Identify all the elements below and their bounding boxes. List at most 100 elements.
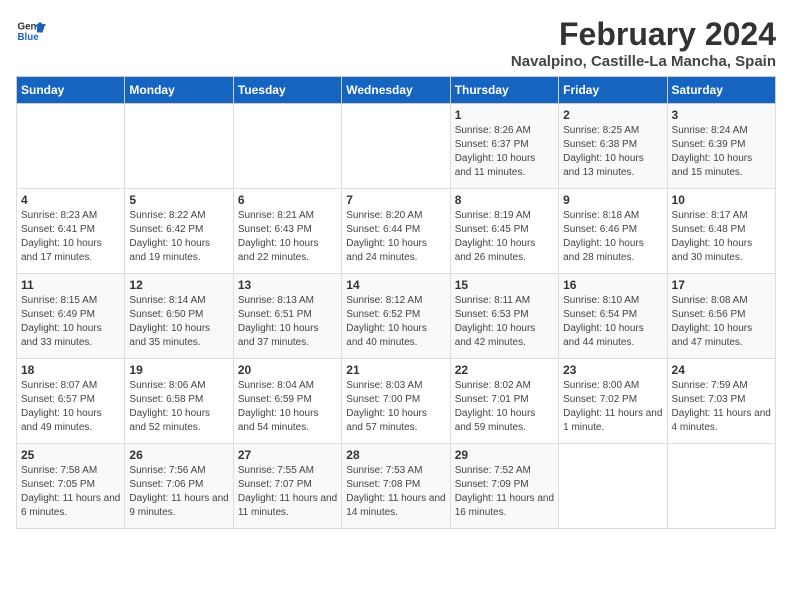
- day-detail: Sunrise: 8:02 AM Sunset: 7:01 PM Dayligh…: [455, 379, 554, 435]
- day-detail: Sunrise: 8:21 AM Sunset: 6:43 PM Dayligh…: [238, 209, 337, 265]
- day-number: 22: [455, 363, 554, 377]
- day-detail: Sunrise: 8:00 AM Sunset: 7:02 PM Dayligh…: [563, 379, 662, 435]
- header: General Blue February 2024 Navalpino, Ca…: [16, 16, 776, 70]
- subtitle: Navalpino, Castille-La Mancha, Spain: [511, 53, 776, 70]
- calendar-cell: 5 Sunrise: 8:22 AM Sunset: 6:42 PM Daylig…: [125, 189, 233, 274]
- day-detail: Sunrise: 7:58 AM Sunset: 7:05 PM Dayligh…: [21, 464, 120, 520]
- week-row-1: 1 Sunrise: 8:26 AM Sunset: 6:37 PM Daylig…: [17, 104, 776, 189]
- day-number: 29: [455, 448, 554, 462]
- weekday-header-saturday: Saturday: [667, 77, 775, 104]
- weekday-header-wednesday: Wednesday: [342, 77, 450, 104]
- calendar-cell: 9 Sunrise: 8:18 AM Sunset: 6:46 PM Daylig…: [559, 189, 667, 274]
- calendar-cell: 24 Sunrise: 7:59 AM Sunset: 7:03 PM Dayli…: [667, 359, 775, 444]
- week-row-2: 4 Sunrise: 8:23 AM Sunset: 6:41 PM Daylig…: [17, 189, 776, 274]
- day-number: 19: [129, 363, 228, 377]
- day-detail: Sunrise: 8:08 AM Sunset: 6:56 PM Dayligh…: [672, 294, 771, 350]
- calendar-cell: 25 Sunrise: 7:58 AM Sunset: 7:05 PM Dayli…: [17, 444, 125, 529]
- day-number: 13: [238, 278, 337, 292]
- calendar-cell: 17 Sunrise: 8:08 AM Sunset: 6:56 PM Dayli…: [667, 274, 775, 359]
- calendar-cell: 7 Sunrise: 8:20 AM Sunset: 6:44 PM Daylig…: [342, 189, 450, 274]
- calendar-cell: 14 Sunrise: 8:12 AM Sunset: 6:52 PM Dayli…: [342, 274, 450, 359]
- week-row-3: 11 Sunrise: 8:15 AM Sunset: 6:49 PM Dayli…: [17, 274, 776, 359]
- calendar-cell: 13 Sunrise: 8:13 AM Sunset: 6:51 PM Dayli…: [233, 274, 341, 359]
- calendar-cell: 1 Sunrise: 8:26 AM Sunset: 6:37 PM Daylig…: [450, 104, 558, 189]
- day-detail: Sunrise: 8:17 AM Sunset: 6:48 PM Dayligh…: [672, 209, 771, 265]
- calendar-cell: 6 Sunrise: 8:21 AM Sunset: 6:43 PM Daylig…: [233, 189, 341, 274]
- calendar-cell: 11 Sunrise: 8:15 AM Sunset: 6:49 PM Dayli…: [17, 274, 125, 359]
- day-detail: Sunrise: 8:15 AM Sunset: 6:49 PM Dayligh…: [21, 294, 120, 350]
- title-block: February 2024 Navalpino, Castille-La Man…: [511, 16, 776, 70]
- week-row-5: 25 Sunrise: 7:58 AM Sunset: 7:05 PM Dayli…: [17, 444, 776, 529]
- day-detail: Sunrise: 7:56 AM Sunset: 7:06 PM Dayligh…: [129, 464, 228, 520]
- calendar-cell: [667, 444, 775, 529]
- day-detail: Sunrise: 8:13 AM Sunset: 6:51 PM Dayligh…: [238, 294, 337, 350]
- calendar-cell: 29 Sunrise: 7:52 AM Sunset: 7:09 PM Dayli…: [450, 444, 558, 529]
- day-number: 25: [21, 448, 120, 462]
- day-number: 4: [21, 193, 120, 207]
- main-title: February 2024: [511, 16, 776, 53]
- day-number: 9: [563, 193, 662, 207]
- calendar-cell: [17, 104, 125, 189]
- calendar-cell: 2 Sunrise: 8:25 AM Sunset: 6:38 PM Daylig…: [559, 104, 667, 189]
- day-number: 17: [672, 278, 771, 292]
- day-number: 24: [672, 363, 771, 377]
- logo: General Blue: [16, 16, 46, 46]
- day-detail: Sunrise: 8:06 AM Sunset: 6:58 PM Dayligh…: [129, 379, 228, 435]
- day-number: 11: [21, 278, 120, 292]
- calendar-cell: 27 Sunrise: 7:55 AM Sunset: 7:07 PM Dayli…: [233, 444, 341, 529]
- day-detail: Sunrise: 7:52 AM Sunset: 7:09 PM Dayligh…: [455, 464, 554, 520]
- day-number: 14: [346, 278, 445, 292]
- calendar-cell: 19 Sunrise: 8:06 AM Sunset: 6:58 PM Dayli…: [125, 359, 233, 444]
- calendar-cell: 20 Sunrise: 8:04 AM Sunset: 6:59 PM Dayli…: [233, 359, 341, 444]
- calendar-cell: [342, 104, 450, 189]
- weekday-header-sunday: Sunday: [17, 77, 125, 104]
- day-detail: Sunrise: 8:24 AM Sunset: 6:39 PM Dayligh…: [672, 124, 771, 180]
- day-detail: Sunrise: 8:04 AM Sunset: 6:59 PM Dayligh…: [238, 379, 337, 435]
- calendar-cell: 16 Sunrise: 8:10 AM Sunset: 6:54 PM Dayli…: [559, 274, 667, 359]
- day-number: 6: [238, 193, 337, 207]
- day-number: 20: [238, 363, 337, 377]
- day-detail: Sunrise: 8:12 AM Sunset: 6:52 PM Dayligh…: [346, 294, 445, 350]
- day-detail: Sunrise: 8:25 AM Sunset: 6:38 PM Dayligh…: [563, 124, 662, 180]
- calendar-cell: [559, 444, 667, 529]
- day-number: 28: [346, 448, 445, 462]
- day-number: 2: [563, 108, 662, 122]
- day-number: 21: [346, 363, 445, 377]
- calendar-cell: 18Sunrise: 8:07 AM Sunset: 6:57 PM Dayli…: [17, 359, 125, 444]
- day-number: 16: [563, 278, 662, 292]
- day-number: 1: [455, 108, 554, 122]
- calendar-cell: 22 Sunrise: 8:02 AM Sunset: 7:01 PM Dayli…: [450, 359, 558, 444]
- day-number: 7: [346, 193, 445, 207]
- day-detail: Sunrise: 7:55 AM Sunset: 7:07 PM Dayligh…: [238, 464, 337, 520]
- calendar-cell: [233, 104, 341, 189]
- day-detail: Sunrise: 7:59 AM Sunset: 7:03 PM Dayligh…: [672, 379, 771, 435]
- day-number: 23: [563, 363, 662, 377]
- day-detail: Sunrise: 8:26 AM Sunset: 6:37 PM Dayligh…: [455, 124, 554, 180]
- day-number: 5: [129, 193, 228, 207]
- calendar-cell: 23 Sunrise: 8:00 AM Sunset: 7:02 PM Dayli…: [559, 359, 667, 444]
- svg-text:Blue: Blue: [18, 32, 40, 43]
- calendar-cell: 26 Sunrise: 7:56 AM Sunset: 7:06 PM Dayli…: [125, 444, 233, 529]
- calendar-cell: 28 Sunrise: 7:53 AM Sunset: 7:08 PM Dayli…: [342, 444, 450, 529]
- calendar-cell: 4 Sunrise: 8:23 AM Sunset: 6:41 PM Daylig…: [17, 189, 125, 274]
- day-detail: Sunrise: 8:10 AM Sunset: 6:54 PM Dayligh…: [563, 294, 662, 350]
- day-detail: Sunrise: 8:22 AM Sunset: 6:42 PM Dayligh…: [129, 209, 228, 265]
- day-detail: Sunrise: 7:53 AM Sunset: 7:08 PM Dayligh…: [346, 464, 445, 520]
- day-number: 3: [672, 108, 771, 122]
- day-detail: Sunrise: 8:23 AM Sunset: 6:41 PM Dayligh…: [21, 209, 120, 265]
- day-detail: Sunrise: 8:11 AM Sunset: 6:53 PM Dayligh…: [455, 294, 554, 350]
- day-detail: Sunrise: 8:20 AM Sunset: 6:44 PM Dayligh…: [346, 209, 445, 265]
- weekday-header-monday: Monday: [125, 77, 233, 104]
- calendar-cell: 10Sunrise: 8:17 AM Sunset: 6:48 PM Dayli…: [667, 189, 775, 274]
- calendar-cell: 21Sunrise: 8:03 AM Sunset: 7:00 PM Dayli…: [342, 359, 450, 444]
- weekday-header-row: SundayMondayTuesdayWednesdayThursdayFrid…: [17, 77, 776, 104]
- day-detail: Sunrise: 8:19 AM Sunset: 6:45 PM Dayligh…: [455, 209, 554, 265]
- calendar-cell: 15 Sunrise: 8:11 AM Sunset: 6:53 PM Dayli…: [450, 274, 558, 359]
- day-number: 15: [455, 278, 554, 292]
- day-detail: Sunrise: 8:07 AM Sunset: 6:57 PM Dayligh…: [21, 379, 120, 435]
- weekday-header-thursday: Thursday: [450, 77, 558, 104]
- day-number: 27: [238, 448, 337, 462]
- day-number: 26: [129, 448, 228, 462]
- day-detail: Sunrise: 8:18 AM Sunset: 6:46 PM Dayligh…: [563, 209, 662, 265]
- calendar-cell: 8Sunrise: 8:19 AM Sunset: 6:45 PM Daylig…: [450, 189, 558, 274]
